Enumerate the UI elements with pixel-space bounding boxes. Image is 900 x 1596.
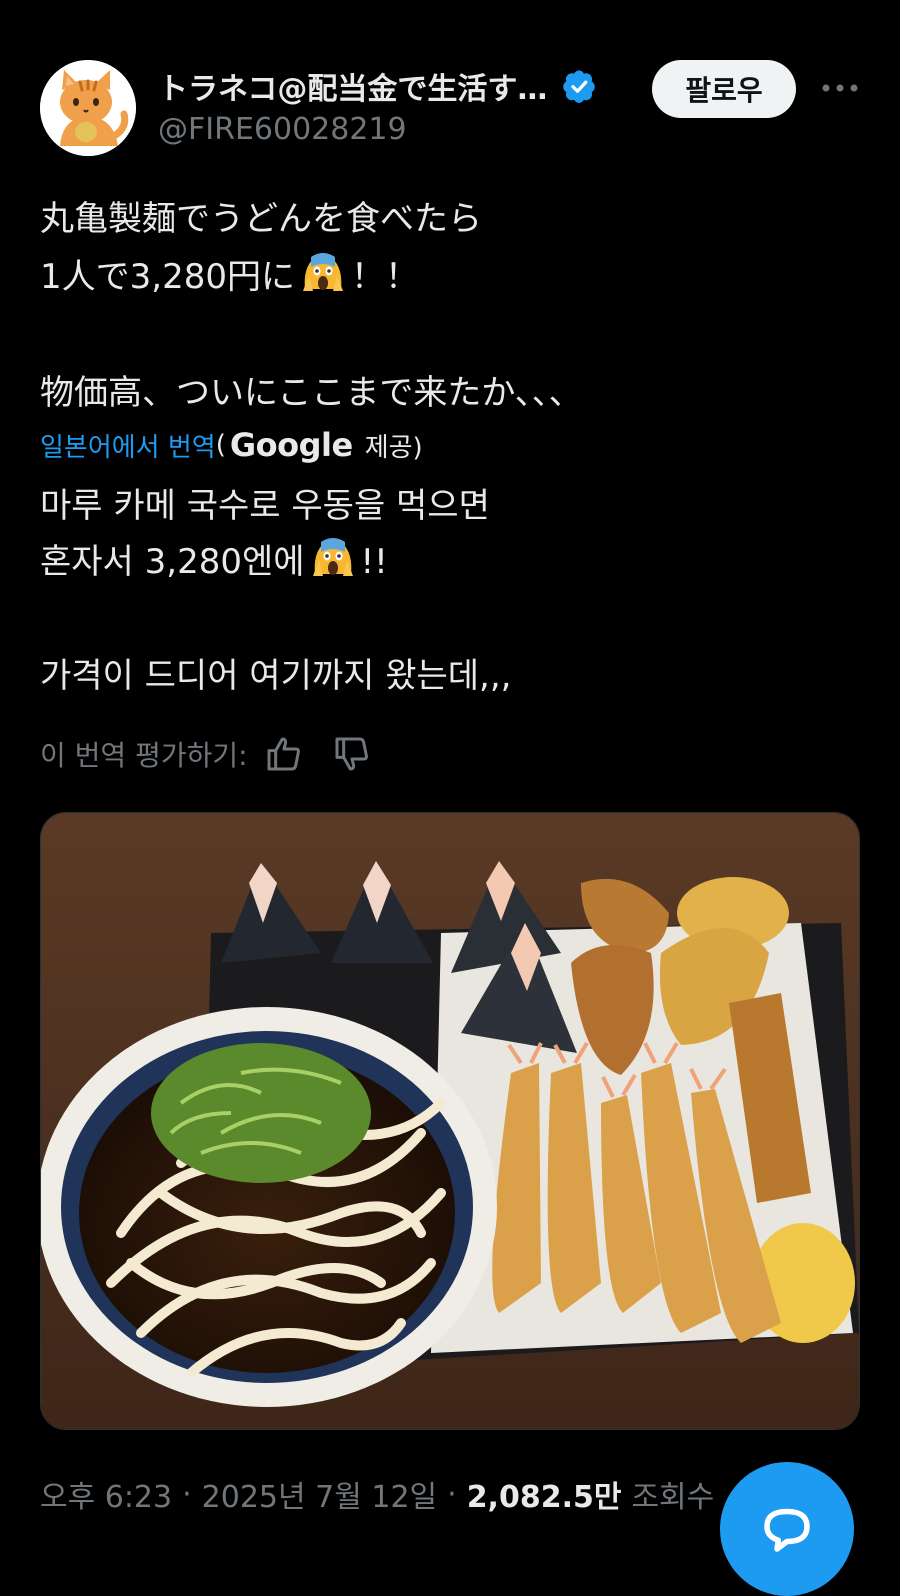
- tweet-time: 오후 6:23: [40, 1480, 173, 1515]
- tweet-line: 物価高、ついにここまで来たか、、、: [40, 373, 583, 413]
- tweet-date: 2025년 7월 12일: [201, 1480, 438, 1515]
- follow-button[interactable]: 팔로우: [652, 60, 796, 118]
- rate-translation-row: 이 번역 평가하기:: [40, 734, 372, 774]
- views-label: 조회수: [631, 1480, 715, 1515]
- views-count: 2,082.5만: [466, 1480, 622, 1515]
- compose-fab-button[interactable]: [720, 1462, 854, 1596]
- rate-translation-label: 이 번역 평가하기:: [40, 739, 248, 772]
- paren-open: (: [215, 430, 226, 460]
- translated-line: 가격이 드디어 여기까지 왔는데,,,: [40, 656, 512, 696]
- tweet-meta: 오후 6:23 · 2025년 7월 12일 · 2,082.5만 조회수: [40, 1472, 714, 1516]
- separator: ·: [447, 1476, 457, 1512]
- scream-emoji-icon: [302, 253, 343, 291]
- translated-line-text: 혼자서 3,280엔에: [40, 542, 305, 582]
- scream-emoji-icon: [312, 538, 353, 576]
- tweet-line-text: 1人で3,280円に: [40, 257, 295, 297]
- author-display-name[interactable]: トラネコ@配当金で生活す…: [158, 64, 547, 108]
- provided-label: 제공): [364, 432, 423, 463]
- udon-meal-photo: [41, 813, 859, 1429]
- author-handle[interactable]: @FIRE60028219: [158, 112, 407, 147]
- tweet-line: 1人で3,280円に ！！: [40, 248, 860, 306]
- tweet-header: トラネコ@配当金で生活す… @FIRE60028219 팔로우: [40, 60, 860, 156]
- translated-line-text: !!: [360, 542, 388, 582]
- tweet-line-text: ！！: [350, 257, 419, 297]
- translation-attribution: 일본어에서 번역 ( Google 제공): [40, 426, 423, 464]
- verified-badge-icon: [563, 70, 596, 103]
- thumbs-up-icon[interactable]: [264, 734, 304, 774]
- author-name-row[interactable]: トラネコ@配当金で生活す…: [158, 64, 597, 108]
- translated-line: 마루 카메 국수로 우동을 먹으면: [40, 486, 490, 526]
- translated-body: 마루 카메 국수로 우동을 먹으면 혼자서 3,280엔에 !! 가격이 드디어…: [40, 478, 860, 704]
- reply-bubble-icon: [764, 1508, 810, 1552]
- cat-avatar-icon[interactable]: [40, 60, 136, 156]
- translated-line: 혼자서 3,280엔에 !!: [40, 534, 860, 590]
- tweet-photo[interactable]: [40, 812, 860, 1430]
- tweet-body: 丸亀製麺でうどんを食べたら 1人で3,280円に ！！ 物価高、ついにここまで来…: [40, 190, 860, 422]
- more-dots-icon[interactable]: [820, 78, 860, 98]
- separator: ·: [182, 1476, 192, 1512]
- thumbs-down-icon[interactable]: [332, 734, 372, 774]
- tweet-line: 丸亀製麺でうどんを食べたら: [40, 199, 482, 239]
- translate-link[interactable]: 일본어에서 번역: [40, 427, 216, 464]
- google-logo: Google: [229, 426, 353, 464]
